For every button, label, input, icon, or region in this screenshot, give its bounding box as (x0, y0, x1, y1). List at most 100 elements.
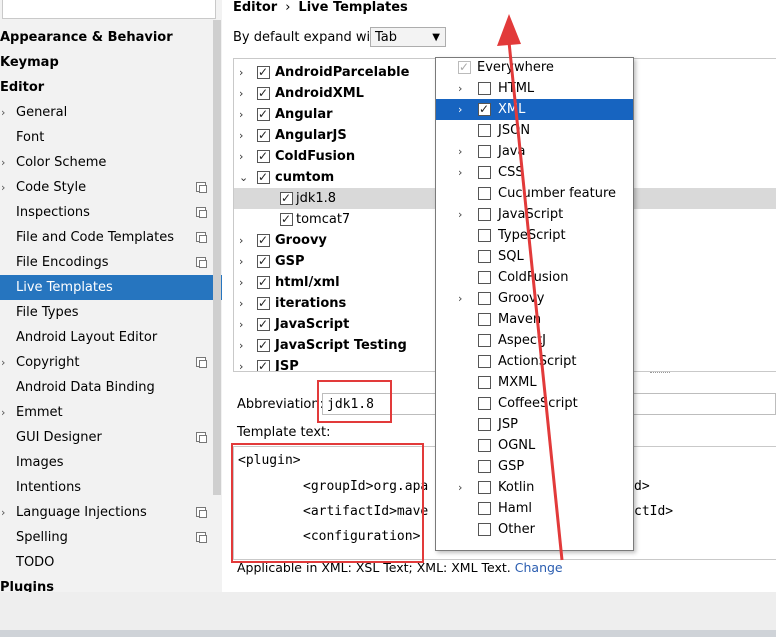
context-item-css[interactable]: › CSS (436, 162, 633, 183)
template-checkbox[interactable] (257, 293, 270, 314)
context-checkbox[interactable] (478, 145, 491, 158)
sidebar-item-file-and-code-templates[interactable]: File and Code Templates (0, 225, 222, 250)
context-item-ognl[interactable]: OGNL (436, 435, 633, 456)
template-checkbox[interactable] (257, 230, 270, 251)
sidebar-item-gui-designer[interactable]: GUI Designer (0, 425, 222, 450)
chevron-right-icon[interactable]: › (1, 500, 5, 525)
context-checkbox[interactable] (478, 355, 491, 368)
template-checkbox[interactable] (257, 104, 270, 125)
chevron-right-icon[interactable]: › (239, 314, 243, 335)
context-item-cucumber-feature[interactable]: Cucumber feature (436, 183, 633, 204)
context-item-xml[interactable]: › XML (436, 99, 633, 120)
context-item-gsp[interactable]: GSP (436, 456, 633, 477)
context-item-coffeescript[interactable]: CoffeeScript (436, 393, 633, 414)
context-checkbox[interactable] (478, 229, 491, 242)
chevron-right-icon[interactable]: › (239, 293, 243, 314)
context-checkbox[interactable] (478, 418, 491, 431)
context-item-haml[interactable]: Haml (436, 498, 633, 519)
context-dropdown[interactable]: Everywhere › HTML › XML JSON › Java › CSS Cucumber… (435, 57, 634, 551)
chevron-right-icon[interactable]: › (458, 78, 462, 99)
context-checkbox[interactable] (478, 250, 491, 263)
sidebar-item-todo[interactable]: TODO (0, 550, 222, 575)
sidebar-item-inspections[interactable]: Inspections (0, 200, 222, 225)
context-checkbox[interactable] (478, 397, 491, 410)
context-item-java[interactable]: › Java (436, 141, 633, 162)
chevron-right-icon[interactable]: › (239, 104, 243, 125)
change-context-link[interactable]: Change (515, 560, 563, 575)
context-item-json[interactable]: JSON (436, 120, 633, 141)
template-checkbox[interactable] (257, 62, 270, 83)
template-checkbox[interactable] (257, 146, 270, 167)
context-item-aspectj[interactable]: AspectJ (436, 330, 633, 351)
chevron-right-icon[interactable]: › (1, 175, 5, 200)
chevron-right-icon[interactable]: › (458, 141, 462, 162)
sidebar-item-file-types[interactable]: File Types (0, 300, 222, 325)
context-checkbox[interactable] (478, 502, 491, 515)
context-item-everywhere[interactable]: Everywhere (436, 58, 633, 78)
context-checkbox[interactable] (478, 334, 491, 347)
chevron-right-icon[interactable]: › (239, 356, 243, 371)
context-checkbox[interactable] (478, 82, 491, 95)
sidebar-item-color-scheme[interactable]: › Color Scheme (0, 150, 222, 175)
context-item-typescript[interactable]: TypeScript (436, 225, 633, 246)
chevron-right-icon[interactable]: › (458, 204, 462, 225)
breadcrumb-root[interactable]: Editor (233, 0, 277, 15)
template-checkbox[interactable] (257, 356, 270, 371)
sidebar-item-copyright[interactable]: › Copyright (0, 350, 222, 375)
sidebar-item-spelling[interactable]: Spelling (0, 525, 222, 550)
context-checkbox[interactable] (478, 271, 491, 284)
context-item-jsp[interactable]: JSP (436, 414, 633, 435)
chevron-right-icon[interactable]: › (458, 477, 462, 498)
sidebar-scrollbar[interactable] (213, 20, 221, 495)
context-checkbox[interactable] (478, 523, 491, 536)
context-checkbox[interactable] (478, 187, 491, 200)
sidebar-item-editor[interactable]: Editor (0, 75, 222, 100)
context-checkbox[interactable] (478, 313, 491, 326)
sidebar-item-appearance-behavior[interactable]: Appearance & Behavior (0, 25, 222, 50)
chevron-right-icon[interactable]: › (458, 99, 462, 120)
template-checkbox[interactable] (280, 209, 293, 230)
template-checkbox[interactable] (257, 335, 270, 356)
context-item-javascript[interactable]: › JavaScript (436, 204, 633, 225)
sidebar-item-code-style[interactable]: › Code Style (0, 175, 222, 200)
sidebar-item-emmet[interactable]: › Emmet (0, 400, 222, 425)
context-item-maven[interactable]: Maven (436, 309, 633, 330)
context-checkbox[interactable] (458, 58, 471, 78)
context-checkbox[interactable] (478, 208, 491, 221)
template-checkbox[interactable] (257, 167, 270, 188)
template-checkbox[interactable] (257, 83, 270, 104)
template-checkbox[interactable] (280, 188, 293, 209)
sidebar-item-keymap[interactable]: Keymap (0, 50, 222, 75)
splitter-handle[interactable] (650, 372, 670, 376)
sidebar-item-font[interactable]: Font (0, 125, 222, 150)
chevron-right-icon[interactable]: › (239, 146, 243, 167)
chevron-right-icon[interactable]: › (1, 100, 5, 125)
context-item-mxml[interactable]: MXML (436, 372, 633, 393)
chevron-right-icon[interactable]: › (239, 230, 243, 251)
template-checkbox[interactable] (257, 251, 270, 272)
context-checkbox[interactable] (478, 439, 491, 452)
chevron-right-icon[interactable]: › (458, 288, 462, 309)
context-checkbox[interactable] (478, 124, 491, 137)
context-item-html[interactable]: › HTML (436, 78, 633, 99)
template-checkbox[interactable] (257, 125, 270, 146)
context-checkbox[interactable] (478, 376, 491, 389)
template-checkbox[interactable] (257, 314, 270, 335)
context-checkbox[interactable] (478, 292, 491, 305)
expand-with-select[interactable]: Tab ▼ (370, 27, 446, 47)
context-checkbox[interactable] (478, 166, 491, 179)
context-checkbox[interactable] (478, 99, 491, 120)
context-checkbox[interactable] (478, 460, 491, 473)
chevron-right-icon[interactable]: › (239, 272, 243, 293)
context-item-actionscript[interactable]: ActionScript (436, 351, 633, 372)
context-checkbox[interactable] (478, 481, 491, 494)
sidebar-item-intentions[interactable]: Intentions (0, 475, 222, 500)
chevron-right-icon[interactable]: › (1, 150, 5, 175)
context-item-other[interactable]: Other (436, 519, 633, 540)
sidebar-item-live-templates[interactable]: Live Templates (0, 275, 222, 300)
context-item-kotlin[interactable]: › Kotlin (436, 477, 633, 498)
chevron-right-icon[interactable]: › (239, 251, 243, 272)
chevron-right-icon[interactable]: › (458, 162, 462, 183)
template-checkbox[interactable] (257, 272, 270, 293)
sidebar-item-general[interactable]: › General (0, 100, 222, 125)
